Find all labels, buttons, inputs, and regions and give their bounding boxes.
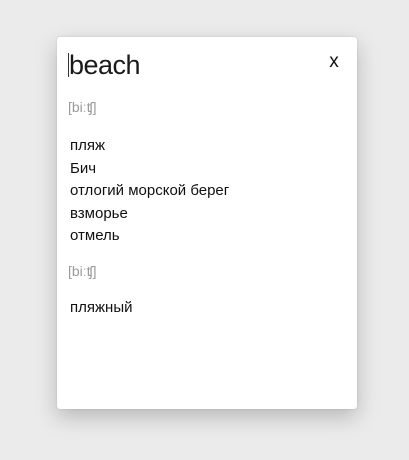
transcription: [biːʧ] — [68, 99, 97, 115]
headword-row: beach — [68, 48, 141, 82]
translation-list: пляжный — [70, 297, 132, 320]
translation-item: Бич — [70, 159, 97, 177]
translation-popup: beach x [biːʧ] пляж Бич отлогий морской … — [57, 37, 357, 409]
translation-item: взморье — [70, 204, 128, 222]
headword: beach — [69, 50, 141, 80]
transcription: [biːʧ] — [68, 263, 97, 279]
translation-item: пляжный — [70, 299, 133, 316]
translation-item: пляж — [70, 137, 106, 154]
translation-item: отмель — [70, 227, 120, 244]
close-button[interactable]: x — [326, 52, 342, 71]
translation-item: отлогий морской берег — [70, 182, 230, 199]
translation-list: пляж Бич отлогий морской берег взморье о… — [70, 135, 229, 248]
